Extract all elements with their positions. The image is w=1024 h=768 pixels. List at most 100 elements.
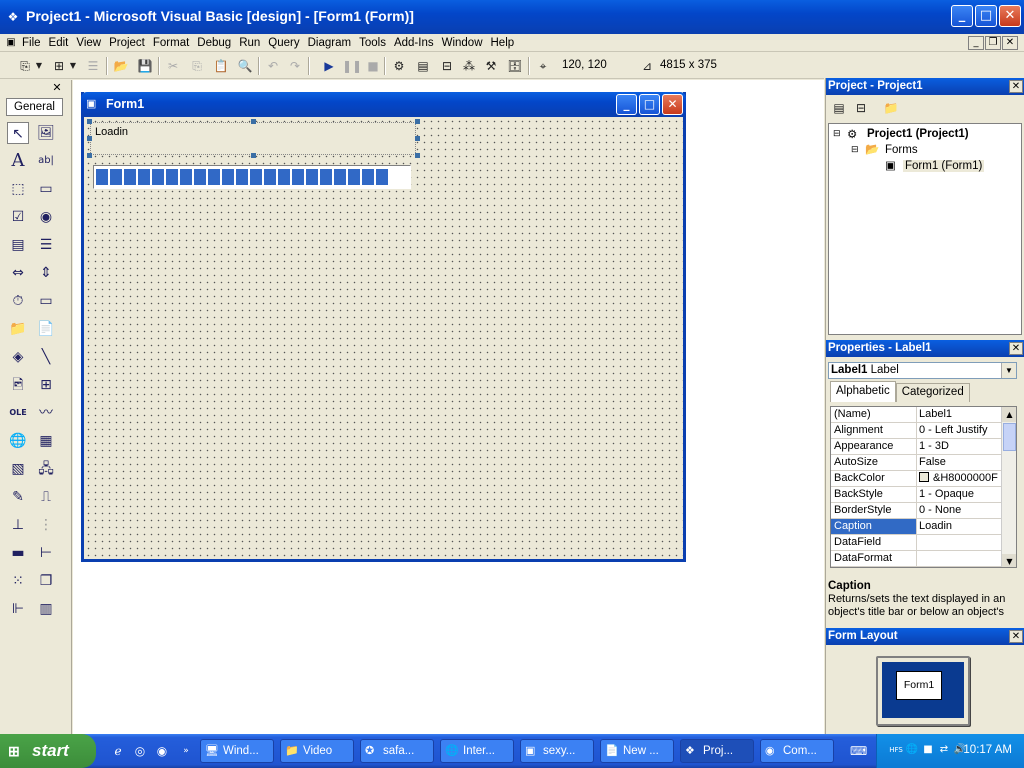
close-button[interactable]: ✕ [999,5,1021,27]
menu-edit[interactable]: Edit [45,37,73,49]
menu-debug[interactable]: Debug [193,37,235,49]
add-form-icon[interactable]: ⊞ [50,57,68,75]
tab-categorized[interactable]: Categorized [895,383,970,402]
resize-handle[interactable] [415,136,420,141]
document-icon[interactable]: ▣ [4,35,18,51]
image-tool-icon[interactable]: 🖻 [7,374,29,396]
object-selector[interactable]: Label1 Label ▼ [828,362,1017,379]
resize-handle[interactable] [87,136,92,141]
dirlistbox-tool-icon[interactable]: 📁 [7,318,29,340]
clock[interactable]: 10:17 AM [963,744,1012,756]
chart-tool-icon[interactable]: 〰 [35,402,57,424]
progressbar-tool-icon[interactable]: ▬ [7,542,29,564]
property-row[interactable]: Alignment 0 - Left Justify [831,423,1016,439]
resize-handle[interactable] [87,153,92,158]
start-icon[interactable]: ▶ [320,57,338,75]
toolbox-general-tab[interactable]: General [6,98,63,116]
view-code-icon[interactable]: ▤ [830,99,848,117]
mdi-restore-button[interactable]: ❐ [985,36,1001,50]
paste-icon[interactable]: 📋 [212,57,230,75]
menu-view[interactable]: View [72,37,105,49]
keyboard-icon[interactable]: ⌨ [850,743,867,759]
form-layout-preview[interactable]: Form1 [896,671,942,700]
data-tool-icon[interactable]: ⊞ [35,374,57,396]
find-icon[interactable]: 🔍 [236,57,254,75]
timer-tool-icon[interactable]: ⏱ [7,290,29,312]
menu-window[interactable]: Window [438,37,487,49]
redo-icon[interactable]: ↷ [286,57,304,75]
form-minimize-button[interactable]: _ [616,94,637,115]
property-row[interactable]: DataFormat [831,551,1016,567]
property-scrollbar[interactable]: ▲ ▼ [1001,407,1016,567]
green-tray-icon[interactable]: ■ [921,743,935,757]
add-project-icon[interactable]: ⎘ [16,57,34,75]
optionbutton-tool-icon[interactable]: ◉ [35,206,57,228]
checkbox-tool-icon[interactable]: ☑ [7,206,29,228]
property-row[interactable]: DataField [831,535,1016,551]
form-maximize-button[interactable]: □ [639,94,660,115]
toggle-folders-icon[interactable]: 📁 [882,99,900,117]
datagrid-tool-icon[interactable]: ▥ [35,598,57,620]
chevron-down-icon[interactable]: ▼ [1001,363,1016,378]
form-design-surface[interactable]: Loadin [84,117,683,559]
menu-add-ins[interactable]: Add-Ins [390,37,438,49]
start-button[interactable]: ⊞ start [0,734,96,768]
form-layout-icon[interactable]: ⊟ [438,57,456,75]
collapse-icon[interactable]: ⊟ [851,144,859,155]
task-project[interactable]: ❖ Proj... [680,739,754,763]
sync-tray-icon[interactable]: ⇄ [937,743,951,757]
textbox-tool-icon[interactable]: ab| [35,150,57,172]
filelistbox-tool-icon[interactable]: 📄 [35,318,57,340]
line-tool-icon[interactable]: ╲ [35,346,57,368]
menu-query[interactable]: Query [264,37,303,49]
menu-run[interactable]: Run [235,37,264,49]
pointer-tool-icon[interactable]: ↖ [7,122,29,144]
property-row[interactable]: Caption Loadin [831,519,1016,535]
property-row[interactable]: BackStyle 1 - Opaque [831,487,1016,503]
richtext-tool-icon[interactable]: ✎ [7,486,29,508]
menu-diagram[interactable]: Diagram [304,37,355,49]
drivelistbox-tool-icon[interactable]: ▭ [35,290,57,312]
updown-tool-icon[interactable]: ⋮ [35,514,57,536]
tabstrip-tool-icon[interactable]: ⎍ [35,486,57,508]
tab-alphabetic[interactable]: Alphabetic [830,381,896,402]
resize-handle[interactable] [87,119,92,124]
picturebox-tool-icon[interactable]: 🖼 [35,122,57,144]
hscrollbar-tool-icon[interactable]: ⇔ [7,262,29,284]
internet-tool-icon[interactable]: 🌐 [7,430,29,452]
form-layout-close-icon[interactable]: ✕ [1009,630,1023,643]
browser-quicklaunch-icon[interactable]: ◎ [132,743,148,759]
collapse-icon[interactable]: ⊟ [833,128,841,139]
task-safari[interactable]: ✪ safa... [360,739,434,763]
task-video[interactable]: 📁 Video [280,739,354,763]
end-icon[interactable]: ■ [364,57,382,75]
view-object-icon[interactable]: ⊟ [852,99,870,117]
menu-editor-icon[interactable]: ☰ [84,57,102,75]
object-browser-icon[interactable]: ⁂ [460,57,478,75]
scroll-up-icon[interactable]: ▲ [1002,407,1016,422]
treeview-tool-icon[interactable]: ⊢ [35,542,57,564]
vscrollbar-tool-icon[interactable]: ⇕ [35,262,57,284]
copy-icon[interactable]: ⎘ [188,57,206,75]
resize-handle[interactable] [251,119,256,124]
window-titlebar[interactable]: ❖ Project1 - Microsoft Visual Basic [des… [0,0,1024,34]
maximize-button[interactable]: □ [975,5,997,27]
combobox-tool-icon[interactable]: ▤ [7,234,29,256]
properties-window-icon[interactable]: ▤ [414,57,432,75]
property-row[interactable]: (Name) Label1 [831,407,1016,423]
listbox-tool-icon[interactable]: ☰ [35,234,57,256]
minimize-button[interactable]: _ [951,5,973,27]
calendar-tool-icon[interactable]: ▦ [35,430,57,452]
break-icon[interactable]: ❚❚ [342,57,362,75]
vb-app-icon[interactable]: ❖ [5,9,21,25]
label1-control[interactable]: Loadin [90,122,416,155]
menu-help[interactable]: Help [487,37,519,49]
task-sexy[interactable]: ▣ sexy... [520,739,594,763]
listview-tool-icon[interactable]: ⁙ [7,570,29,592]
statusbar-tool-icon[interactable]: ⊩ [7,598,29,620]
frame-tool-icon[interactable]: ⬚ [7,178,29,200]
save-project-icon[interactable]: 💾 [136,57,154,75]
scroll-down-icon[interactable]: ▼ [1002,554,1016,567]
scroll-thumb[interactable] [1003,423,1016,451]
menu-tools[interactable]: Tools [355,37,390,49]
